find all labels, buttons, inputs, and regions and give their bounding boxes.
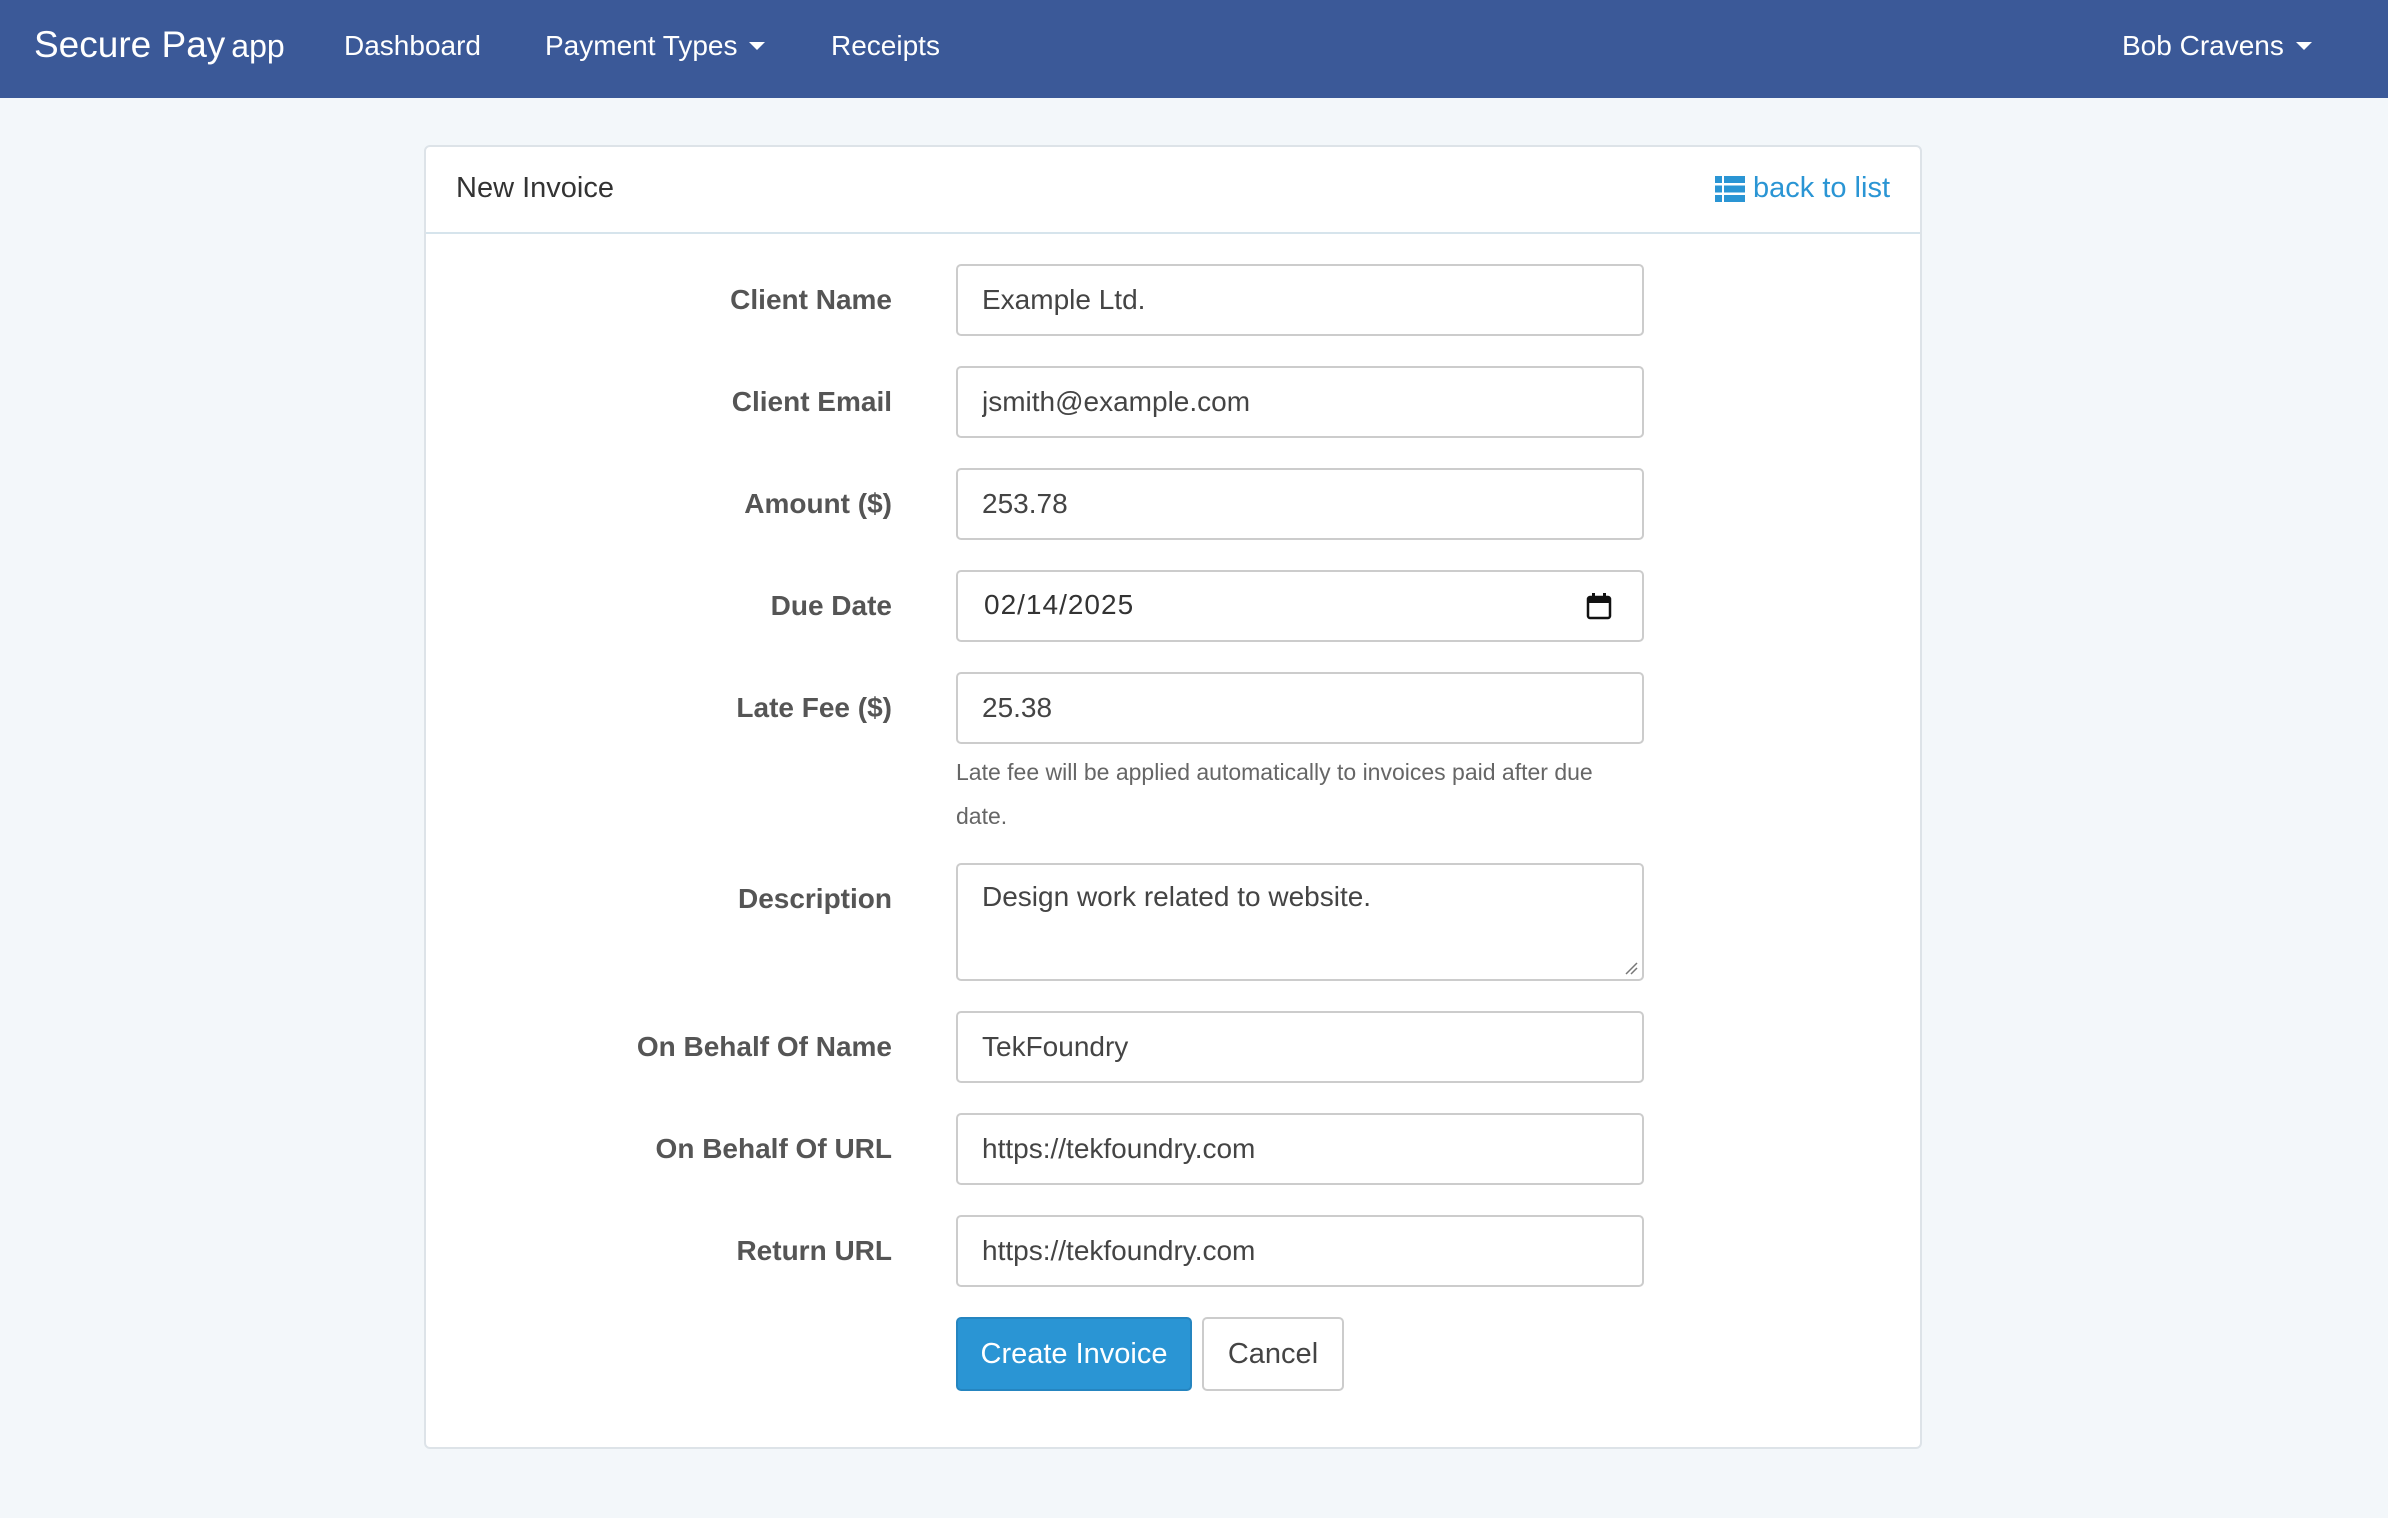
on-behalf-url-input[interactable]	[956, 1113, 1644, 1185]
return-url-input[interactable]	[956, 1215, 1644, 1287]
on-behalf-url-label: On Behalf Of URL	[655, 1133, 892, 1164]
nav-payment-types-label: Payment Types	[545, 30, 738, 61]
back-to-list-link[interactable]: back to list	[1715, 172, 1890, 205]
description-textarea[interactable]: Design work related to website.	[956, 863, 1644, 981]
brand-name: Secure Pay	[34, 24, 226, 65]
panel-heading: New Invoice back to list	[426, 147, 1920, 234]
nav-receipts-label: Receipts	[831, 30, 940, 61]
due-date-label: Due Date	[770, 590, 892, 621]
back-to-list-label: back to list	[1753, 172, 1890, 204]
late-fee-label: Late Fee ($)	[736, 692, 892, 723]
top-navbar: Secure Pay app Dashboard Payment Types Re…	[0, 0, 2388, 98]
panel-title: New Invoice	[456, 172, 614, 204]
amount-label: Amount ($)	[744, 488, 892, 519]
due-date-input[interactable]: 02/14/2025	[956, 570, 1644, 642]
return-url-label: Return URL	[736, 1235, 892, 1266]
client-name-label: Client Name	[730, 284, 892, 315]
due-date-value: 02/14/2025	[984, 589, 1135, 620]
caret-down-icon	[749, 41, 766, 50]
caret-down-icon	[2295, 41, 2312, 50]
nav-payment-types-dropdown[interactable]: Payment Types	[545, 30, 766, 62]
amount-input[interactable]	[956, 468, 1644, 540]
user-name: Bob Cravens	[2122, 30, 2284, 61]
client-name-input[interactable]	[956, 264, 1644, 336]
calendar-icon[interactable]	[1586, 592, 1612, 620]
nav-dashboard[interactable]: Dashboard	[344, 30, 481, 62]
user-menu-dropdown[interactable]: Bob Cravens	[2122, 30, 2312, 62]
description-label: Description	[737, 883, 892, 914]
client-email-label: Client Email	[731, 386, 892, 417]
nav-dashboard-label: Dashboard	[344, 30, 481, 61]
nav-receipts[interactable]: Receipts	[831, 30, 940, 62]
late-fee-input[interactable]	[956, 672, 1644, 744]
client-email-input[interactable]	[956, 366, 1644, 438]
create-invoice-button[interactable]: Create Invoice	[956, 1317, 1192, 1391]
list-icon	[1715, 175, 1745, 202]
late-fee-help-text: Late fee will be applied automatically t…	[956, 759, 1593, 829]
on-behalf-name-input[interactable]	[956, 1011, 1644, 1083]
new-invoice-panel: New Invoice back to list Client Name Cli…	[424, 145, 1922, 1449]
cancel-button[interactable]: Cancel	[1202, 1317, 1344, 1391]
on-behalf-name-label: On Behalf Of Name	[636, 1031, 892, 1062]
resize-handle-icon[interactable]	[1622, 959, 1638, 975]
brand-suffix: app	[231, 28, 285, 64]
brand-logo[interactable]: Secure Pay app	[34, 24, 285, 66]
